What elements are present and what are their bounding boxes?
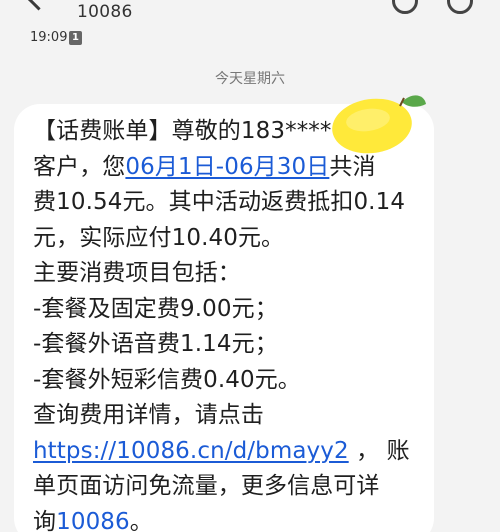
message-line: 询10086。	[33, 505, 433, 532]
message-text: 共消	[329, 153, 376, 180]
message-text: ， 账	[348, 437, 410, 464]
sim-card-badge: 1	[69, 31, 82, 45]
message-line: 单页面访问免流量，更多信息可详	[33, 473, 380, 499]
more-icon[interactable]	[447, 0, 473, 14]
lemon-sticker-icon	[332, 95, 426, 154]
message-line: 元，实际应付10.40元。	[33, 224, 285, 251]
message-line: -套餐外语音费1.14元；	[33, 331, 278, 357]
message-text: 询	[33, 508, 57, 532]
message-line: 查询费用详情，请点击	[33, 402, 264, 428]
back-arrow-icon[interactable]	[26, 0, 51, 11]
call-icon[interactable]	[392, 0, 418, 14]
message-body: 【话费账单】尊敬的183**** 客户，您06月1日-06月30日共消 费10.…	[33, 114, 433, 532]
bill-details-link[interactable]: https://10086.cn/d/bmayy2	[33, 438, 349, 464]
message-line: 主要消费项目包括：	[33, 260, 241, 286]
message-time: 19:09	[30, 30, 68, 45]
date-divider: 今天星期六	[215, 71, 285, 87]
message-text: 。	[129, 508, 153, 532]
message-text: 客户，您	[33, 153, 126, 180]
message-line: -套餐外短彩信费0.40元。	[33, 366, 301, 393]
sms-conversation-screen: 10086 19:09 1 今天星期六 【话费账单】尊敬的183**** 客户，…	[0, 0, 500, 532]
phone-number-link[interactable]: 10086	[56, 509, 130, 532]
message-line: -套餐及固定费9.00元；	[33, 295, 278, 322]
conversation-header: 10086	[0, 0, 500, 26]
contact-number[interactable]: 10086	[77, 2, 133, 22]
message-line: https://10086.cn/d/bmayy2 ， 账	[33, 434, 433, 470]
message-line: 费10.54元。其中活动返费抵扣0.14	[33, 189, 406, 215]
date-range-link[interactable]: 06月1日-06月30日	[125, 154, 329, 180]
